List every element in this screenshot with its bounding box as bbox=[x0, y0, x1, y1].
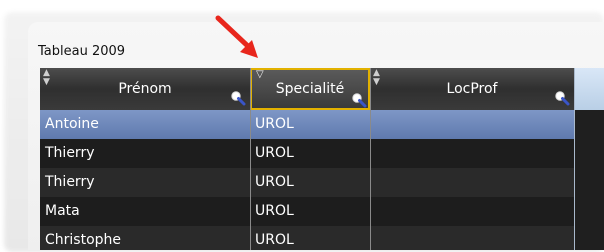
column-header-label: LocProf bbox=[446, 81, 498, 97]
cell-prenom: Thierry bbox=[45, 174, 95, 190]
column-header-label: Specialité bbox=[275, 81, 345, 97]
cell-prenom: Mata bbox=[45, 203, 80, 219]
column-header-locprof[interactable]: ▲ ▼ LocProf bbox=[370, 68, 574, 110]
data-table: ▲ ▼ Prénom ▽ Specialité ▲ ▼ LocProf Anto… bbox=[40, 68, 604, 250]
sort-icon[interactable]: ▲ ▼ bbox=[373, 69, 380, 87]
table-header: ▲ ▼ Prénom ▽ Specialité ▲ ▼ LocProf bbox=[40, 68, 604, 110]
column-header-overflow[interactable] bbox=[574, 68, 604, 110]
sort-indicator-icon[interactable]: ▽ bbox=[256, 70, 264, 80]
panel-title: Tableau 2009 bbox=[38, 44, 126, 59]
search-icon[interactable] bbox=[230, 90, 246, 106]
column-header-specialite[interactable]: ▽ Specialité bbox=[250, 68, 370, 110]
column-header-prenom[interactable]: ▲ ▼ Prénom bbox=[40, 68, 250, 110]
sort-icon[interactable]: ▲ ▼ bbox=[43, 69, 50, 87]
cell-specialite: UROL bbox=[255, 116, 294, 132]
column-header-label: Prénom bbox=[118, 81, 172, 97]
cell-specialite: UROL bbox=[255, 145, 294, 161]
cell-specialite: UROL bbox=[255, 203, 294, 219]
table-row[interactable]: Mata UROL bbox=[40, 197, 574, 226]
search-icon[interactable] bbox=[351, 92, 367, 108]
cell-prenom: Thierry bbox=[45, 145, 95, 161]
column-divider[interactable] bbox=[574, 68, 575, 250]
cell-specialite: UROL bbox=[255, 232, 294, 248]
column-divider[interactable] bbox=[250, 68, 251, 250]
table-row[interactable]: Antoine UROL bbox=[40, 110, 574, 139]
cell-specialite: UROL bbox=[255, 174, 294, 190]
cell-prenom: Christophe bbox=[45, 232, 122, 248]
table-row[interactable]: Thierry UROL bbox=[40, 139, 574, 168]
search-icon[interactable] bbox=[554, 90, 570, 106]
column-divider[interactable] bbox=[370, 68, 371, 250]
cell-prenom: Antoine bbox=[45, 116, 99, 132]
table-row[interactable]: Thierry UROL bbox=[40, 168, 574, 197]
table-row[interactable]: Christophe UROL bbox=[40, 226, 574, 250]
red-arrow-annotation bbox=[215, 15, 258, 58]
